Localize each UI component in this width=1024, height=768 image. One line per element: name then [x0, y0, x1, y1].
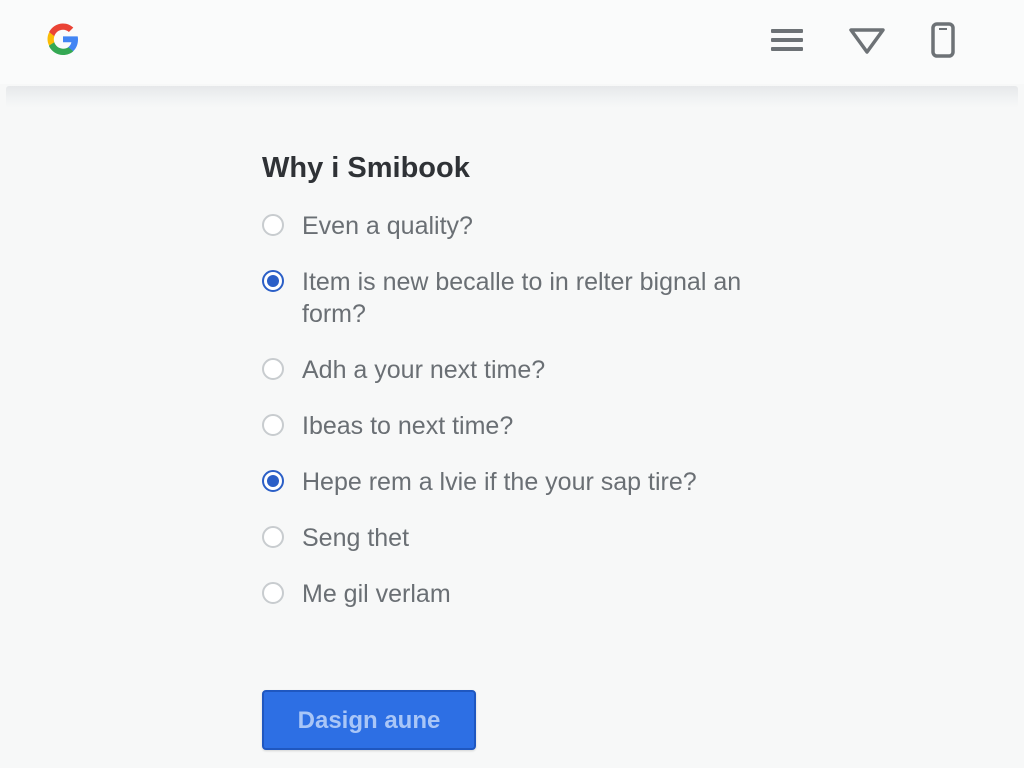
- radio-option-label: Adh a your next time?: [302, 356, 546, 384]
- radio-option-label: Even a quality?: [302, 212, 473, 240]
- phone-icon: [931, 22, 955, 58]
- submit-button[interactable]: Dasign aune: [262, 690, 476, 750]
- radio-unchecked-icon[interactable]: [262, 526, 284, 548]
- radio-option[interactable]: Adh a your next time?: [262, 354, 822, 386]
- google-g-icon: [47, 23, 78, 55]
- radio-option-label: Me gil verlam: [302, 580, 451, 608]
- radio-unchecked-icon[interactable]: [262, 214, 284, 236]
- google-logo[interactable]: [40, 16, 86, 62]
- radio-option-label: Seng thet: [302, 524, 410, 552]
- page-title: Why i Smibook: [262, 152, 470, 184]
- radio-option[interactable]: Ibeas to next time?: [262, 410, 822, 442]
- radio-option[interactable]: Item is new becalle to in relter bignal …: [262, 266, 822, 330]
- radio-unchecked-icon[interactable]: [262, 414, 284, 436]
- menu-button[interactable]: [767, 20, 807, 60]
- radio-option[interactable]: Hepe rem a lvie if the your sap tire?: [262, 466, 822, 498]
- radio-option-label: Ibeas to next time?: [302, 412, 514, 440]
- radio-option-list: Even a quality? Item is new becalle to in…: [262, 210, 822, 610]
- phone-button[interactable]: [923, 20, 963, 60]
- radio-unchecked-icon[interactable]: [262, 582, 284, 604]
- survey-form: Why i Smibook Even a quality? Item is new…: [262, 148, 822, 634]
- top-app-bar: [0, 0, 1024, 84]
- filter-button[interactable]: [847, 20, 887, 60]
- radio-option[interactable]: Seng thet: [262, 522, 822, 554]
- header-divider: [6, 86, 1018, 108]
- menu-icon: [771, 29, 803, 51]
- radio-option-label: Hepe rem a lvie if the your sap tire?: [302, 468, 697, 496]
- radio-option-label: Item is new becalle to in relter bignal …: [302, 268, 742, 328]
- radio-option[interactable]: Even a quality?: [262, 210, 822, 242]
- radio-checked-icon[interactable]: [262, 470, 284, 492]
- filter-icon: [849, 28, 885, 54]
- radio-option[interactable]: Me gil verlam: [262, 578, 822, 610]
- radio-checked-icon[interactable]: [262, 270, 284, 292]
- radio-unchecked-icon[interactable]: [262, 358, 284, 380]
